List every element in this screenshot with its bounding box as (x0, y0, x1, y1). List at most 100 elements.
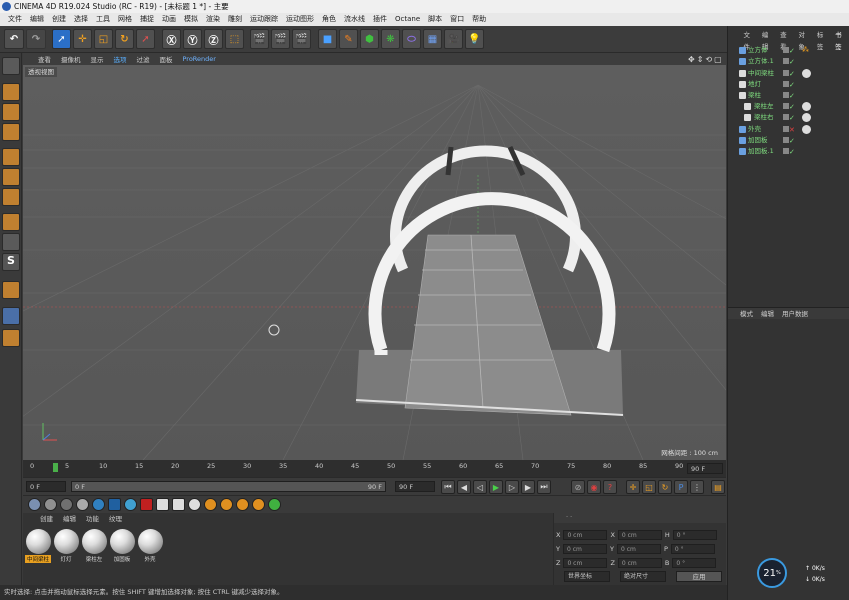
vp-menu-prorender[interactable]: ProRender (178, 55, 221, 63)
light-button[interactable]: 💡 (465, 29, 484, 49)
auto-key-button[interactable]: ◉ (587, 480, 601, 494)
menu-window[interactable]: 窗口 (446, 13, 468, 26)
scale-button[interactable]: ◱ (94, 29, 113, 49)
position-z-field[interactable]: 0 cm (563, 557, 608, 568)
texture-mode-button[interactable] (2, 103, 20, 121)
mat-tab-create[interactable]: 创建 (35, 513, 58, 525)
render-view-button[interactable]: 🎬 (250, 29, 269, 49)
3d-viewport[interactable]: 透视视图 网格间距 : 100 cm (23, 65, 726, 460)
x-axis-button[interactable]: Ⓧ (162, 29, 181, 49)
object-row[interactable]: 立方体.1 ✓ (728, 56, 849, 67)
object-row[interactable]: 中间梁柱 ✓ (728, 68, 849, 79)
prev-frame-button[interactable]: ◁ (473, 480, 487, 494)
enabled-check[interactable]: ✓ (789, 57, 795, 68)
apply-button[interactable]: 应用 (676, 571, 722, 582)
model-mode-button[interactable] (2, 83, 20, 101)
menu-character[interactable]: 角色 (318, 13, 340, 26)
menu-tools[interactable]: 工具 (92, 13, 114, 26)
menu-mesh[interactable]: 网格 (114, 13, 136, 26)
magnet-button[interactable] (2, 281, 20, 299)
material-swatch[interactable]: 外壳 (137, 529, 163, 569)
pen-spline-button[interactable]: ✎ (339, 29, 358, 49)
frame-range-slider[interactable]: 0 F 90 F (71, 481, 386, 492)
z-axis-button[interactable]: Ⓩ (204, 29, 223, 49)
axis-mode-button[interactable] (2, 213, 20, 231)
key-pla-button[interactable]: ⋮ (690, 480, 704, 494)
move-button[interactable]: ✛ (73, 29, 92, 49)
light-icon[interactable] (188, 498, 201, 511)
coord-mode-dropdown[interactable]: 世界坐标 (564, 571, 610, 582)
mat-tab-texture[interactable]: 纹理 (104, 513, 127, 525)
vp-menu-panel[interactable]: 面板 (155, 54, 178, 64)
obj-tab-file[interactable]: 文件 (740, 29, 758, 51)
camera-icon[interactable] (156, 498, 169, 511)
array-button[interactable]: ❋ (381, 29, 400, 49)
object-row[interactable]: 梁柱右 ✓ (728, 112, 849, 123)
key-position-button[interactable]: ✛ (626, 480, 640, 494)
sphere-icon[interactable] (124, 498, 137, 511)
material-tag-icon[interactable] (802, 102, 811, 111)
menu-animate[interactable]: 动画 (158, 13, 180, 26)
material-swatch[interactable]: 灯灯 (53, 529, 79, 569)
obj-tab-view[interactable]: 查看 (777, 29, 795, 51)
material-swatch[interactable]: 中间梁柱 (25, 529, 51, 569)
playhead[interactable] (53, 463, 58, 472)
prev-key-button[interactable]: ◀ (457, 480, 471, 494)
render-picture-viewer-button[interactable]: 🎬 (271, 29, 290, 49)
cloud-icon[interactable] (204, 498, 217, 511)
current-frame-field[interactable]: 0 F (26, 481, 66, 492)
material-tag-icon[interactable] (802, 125, 811, 134)
material-swatch[interactable]: 梁柱左 (81, 529, 107, 569)
sphere-icon[interactable] (60, 498, 73, 511)
attr-tab-edit[interactable]: 编辑 (757, 308, 778, 319)
workplane-button[interactable] (2, 123, 20, 141)
rotation-p-field[interactable]: 0 ° (670, 543, 715, 554)
menu-octane[interactable]: Octane (391, 13, 424, 26)
menu-sculpt[interactable]: 雕刻 (224, 13, 246, 26)
menu-pipeline[interactable]: 流水线 (340, 13, 369, 26)
subdivision-button[interactable]: ⬢ (360, 29, 379, 49)
sphere-icon[interactable] (44, 498, 57, 511)
workplane-lock-button[interactable] (2, 307, 20, 325)
menu-script[interactable]: 脚本 (424, 13, 446, 26)
object-row[interactable]: 立方体 ✓ (728, 45, 849, 56)
sphere-icon[interactable] (92, 498, 105, 511)
menu-motion-tracking[interactable]: 运动跟踪 (246, 13, 282, 26)
phong-tag-icon[interactable]: ⁂ (802, 46, 809, 54)
menu-create[interactable]: 创建 (48, 13, 70, 26)
menu-select[interactable]: 选择 (70, 13, 92, 26)
menu-plugins[interactable]: 插件 (369, 13, 391, 26)
viewport-nav-icons[interactable]: ✥⇕⟲▢ (688, 55, 724, 64)
rotation-h-field[interactable]: 0 ° (672, 529, 717, 540)
menu-mograph[interactable]: 运动图形 (282, 13, 318, 26)
size-mode-dropdown[interactable]: 绝对尺寸 (620, 571, 666, 582)
menu-simulate[interactable]: 模拟 (180, 13, 202, 26)
floor-button[interactable]: ▦ (423, 29, 442, 49)
tweak-mode-button[interactable] (2, 233, 20, 251)
menu-render[interactable]: 渲染 (202, 13, 224, 26)
position-y-field[interactable]: 0 cm (562, 543, 607, 554)
refresh-icon[interactable] (268, 498, 281, 511)
attr-tab-mode[interactable]: 模式 (736, 308, 757, 319)
cloud-icon[interactable] (252, 498, 265, 511)
key-help-button[interactable]: ? (603, 480, 617, 494)
menu-help[interactable]: 帮助 (468, 13, 490, 26)
menu-snap[interactable]: 捕捉 (136, 13, 158, 26)
render-icon[interactable] (140, 498, 153, 511)
cube-button[interactable]: ■ (318, 29, 337, 49)
redo-button[interactable]: ↷ (26, 29, 46, 49)
end-frame-field[interactable]: 90 F (395, 481, 435, 492)
undo-button[interactable]: ↶ (4, 29, 24, 49)
object-row[interactable]: 梁柱左 ✓ (728, 101, 849, 112)
coordinate-system-button[interactable]: ⬚ (225, 29, 244, 49)
next-frame-button[interactable]: ▷ (505, 480, 519, 494)
enabled-check[interactable]: ✓ (789, 147, 795, 158)
record-active-button[interactable]: ⊘ (571, 480, 585, 494)
recent-tool-button[interactable]: ➚ (136, 29, 155, 49)
cloud-icon[interactable] (236, 498, 249, 511)
timeline-end-field[interactable]: 90 F (687, 463, 723, 474)
sphere-icon[interactable] (28, 498, 41, 511)
vp-menu-display[interactable]: 显示 (86, 54, 109, 64)
key-scale-button[interactable]: ◱ (642, 480, 656, 494)
position-x-field[interactable]: 0 cm (563, 529, 608, 540)
